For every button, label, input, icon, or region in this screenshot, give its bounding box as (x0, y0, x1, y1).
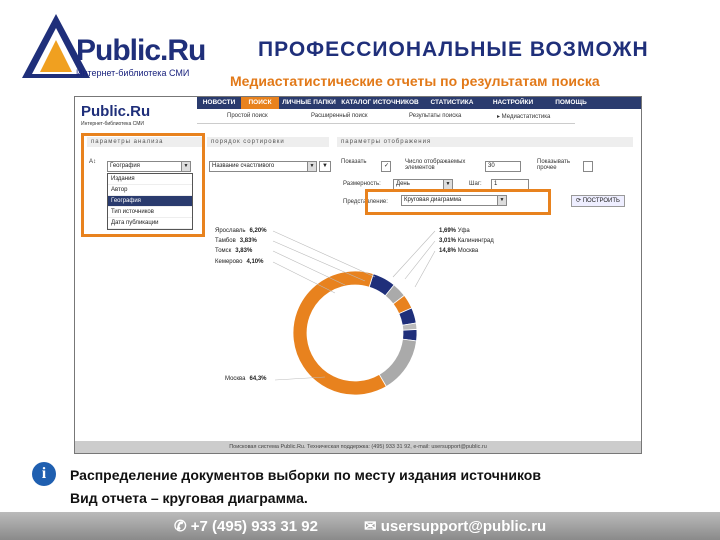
leader-lines (272, 230, 436, 381)
caption-line-2: Вид отчета – круговая диаграмма. (70, 490, 308, 506)
logo-text: Public.Ru (76, 34, 206, 67)
logo-subtitle: Интернет-библиотека СМИ (76, 68, 190, 78)
slide-subtitle: Медиастатистические отчеты по результата… (230, 73, 600, 89)
bottom-bar (0, 512, 720, 540)
email-contact[interactable]: ✉ usersupport@public.ru (364, 517, 546, 535)
app-footer: Поисковая система Public.Ru. Техническая… (75, 441, 641, 453)
info-icon: i (32, 462, 56, 486)
app-screenshot: Public.Ru Интернет-библиотека СМИ НОВОСТ… (74, 96, 642, 454)
envelope-icon: ✉ (364, 518, 381, 535)
slide-title: ПРОФЕССИОНАЛЬНЫЕ ВОЗМОЖН (258, 38, 649, 61)
phone-contact: ✆ +7 (495) 933 31 92 (174, 518, 318, 535)
caption-line-1: Распределение документов выборки по мест… (70, 467, 541, 483)
phone-icon: ✆ (174, 518, 191, 535)
